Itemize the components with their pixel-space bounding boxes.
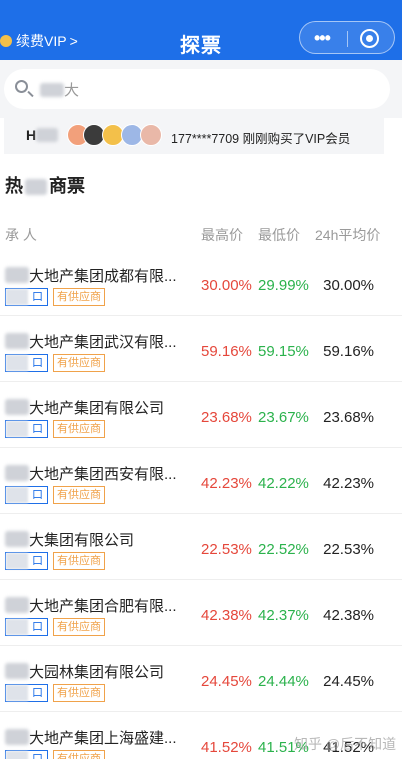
channel-tag: 口 xyxy=(5,288,48,306)
highest-price: 42.23% xyxy=(201,475,252,492)
channel-tag: 口 xyxy=(5,684,48,702)
more-dots-icon[interactable]: ••• xyxy=(314,28,331,49)
column-header-low[interactable]: 最低价 xyxy=(258,225,300,245)
issuer-name: 大集团有限公司 xyxy=(5,529,134,550)
supplier-tag: 有供应商 xyxy=(53,750,105,759)
table-row[interactable]: 大集团有限公司口有供应商 22.53% 22.52% 22.53% xyxy=(0,514,402,580)
lowest-price: 59.15% xyxy=(258,343,309,360)
highest-price: 30.00% xyxy=(201,277,252,294)
supplier-tag: 有供应商 xyxy=(53,420,105,438)
search-input[interactable]: 大 xyxy=(4,69,390,109)
table-row[interactable]: 大地产集团武汉有限... 口有供应商 59.16% 59.15% 59.16% xyxy=(0,316,402,382)
supplier-tag: 有供应商 xyxy=(53,288,105,306)
search-placeholder: 大 xyxy=(40,79,79,100)
supplier-tag: 有供应商 xyxy=(53,552,105,570)
issuer-name: 大园林集团有限公司 xyxy=(5,661,164,682)
average-price-24h: 24.45% xyxy=(323,673,374,690)
notice-message: 177****7709 刚刚购买了VIP会员 xyxy=(171,132,351,146)
capsule-divider xyxy=(347,31,348,47)
channel-tag: 口 xyxy=(5,420,48,438)
top-bar: 续费VIP > 探票 ••• xyxy=(0,0,402,60)
table-row[interactable]: 大地产集团有限公司口有供应商 23.68% 23.67% 23.68% xyxy=(0,382,402,448)
table-row[interactable]: 大园林集团有限公司口有供应商 24.45% 24.44% 24.45% xyxy=(0,646,402,712)
highest-price: 41.52% xyxy=(201,739,252,756)
channel-tag: 口 xyxy=(5,354,48,372)
lowest-price: 29.99% xyxy=(258,277,309,294)
highest-price: 24.45% xyxy=(201,673,252,690)
avatar xyxy=(140,124,162,146)
average-price-24h: 22.53% xyxy=(323,541,374,558)
channel-tag: 口 xyxy=(5,618,48,636)
average-price-24h: 59.16% xyxy=(323,343,374,360)
issuer-name: 大地产集团武汉有限... xyxy=(5,331,177,352)
column-header-high[interactable]: 最高价 xyxy=(201,225,243,245)
issuer-name: 大地产集团成都有限... xyxy=(5,265,177,286)
average-price-24h: 30.00% xyxy=(323,277,374,294)
lowest-price: 42.22% xyxy=(258,475,309,492)
target-icon[interactable] xyxy=(360,29,379,48)
supplier-tag: 有供应商 xyxy=(53,486,105,504)
average-price-24h: 42.23% xyxy=(323,475,374,492)
highest-price: 59.16% xyxy=(201,343,252,360)
issuer-name: 大地产集团上海盛建... xyxy=(5,727,177,748)
issuer-name: 大地产集团合肥有限... xyxy=(5,595,177,616)
channel-tag: 口 xyxy=(5,486,48,504)
highest-price: 23.68% xyxy=(201,409,252,426)
notice-label: H xyxy=(26,127,59,143)
issuer-name: 大地产集团西安有限... xyxy=(5,463,177,484)
mini-program-capsule: ••• xyxy=(299,21,395,54)
column-header-name: 承 人 xyxy=(5,227,37,243)
lowest-price: 24.44% xyxy=(258,673,309,690)
lowest-price: 23.67% xyxy=(258,409,309,426)
highest-price: 42.38% xyxy=(201,607,252,624)
lowest-price: 22.52% xyxy=(258,541,309,558)
table-row[interactable]: 大地产集团成都有限... 口有供应商 30.00% 29.99% 30.00% xyxy=(0,250,402,316)
issuer-name: 大地产集团有限公司 xyxy=(5,397,164,418)
channel-tag: 口 xyxy=(5,552,48,570)
watermark: 知乎 @后不知道 xyxy=(294,736,397,752)
search-area: 大 xyxy=(0,60,402,118)
supplier-tag: 有供应商 xyxy=(53,618,105,636)
search-icon xyxy=(15,80,28,93)
supplier-tag: 有供应商 xyxy=(53,354,105,372)
table-row[interactable]: 大地产集团合肥有限... 口有供应商 42.38% 42.37% 42.38% xyxy=(0,580,402,646)
channel-tag: 口 xyxy=(5,750,48,759)
average-price-24h: 23.68% xyxy=(323,409,374,426)
column-header-avg[interactable]: 24h平均价 xyxy=(315,225,380,245)
table-row[interactable]: 大地产集团西安有限... 口有供应商 42.23% 42.22% 42.23% xyxy=(0,448,402,514)
purchase-notice: H 177****7709 刚刚购买了VIP会员 xyxy=(4,118,384,154)
supplier-tag: 有供应商 xyxy=(53,684,105,702)
highest-price: 22.53% xyxy=(201,541,252,558)
section-title: 热商票 xyxy=(5,176,85,196)
average-price-24h: 42.38% xyxy=(323,607,374,624)
lowest-price: 42.37% xyxy=(258,607,309,624)
